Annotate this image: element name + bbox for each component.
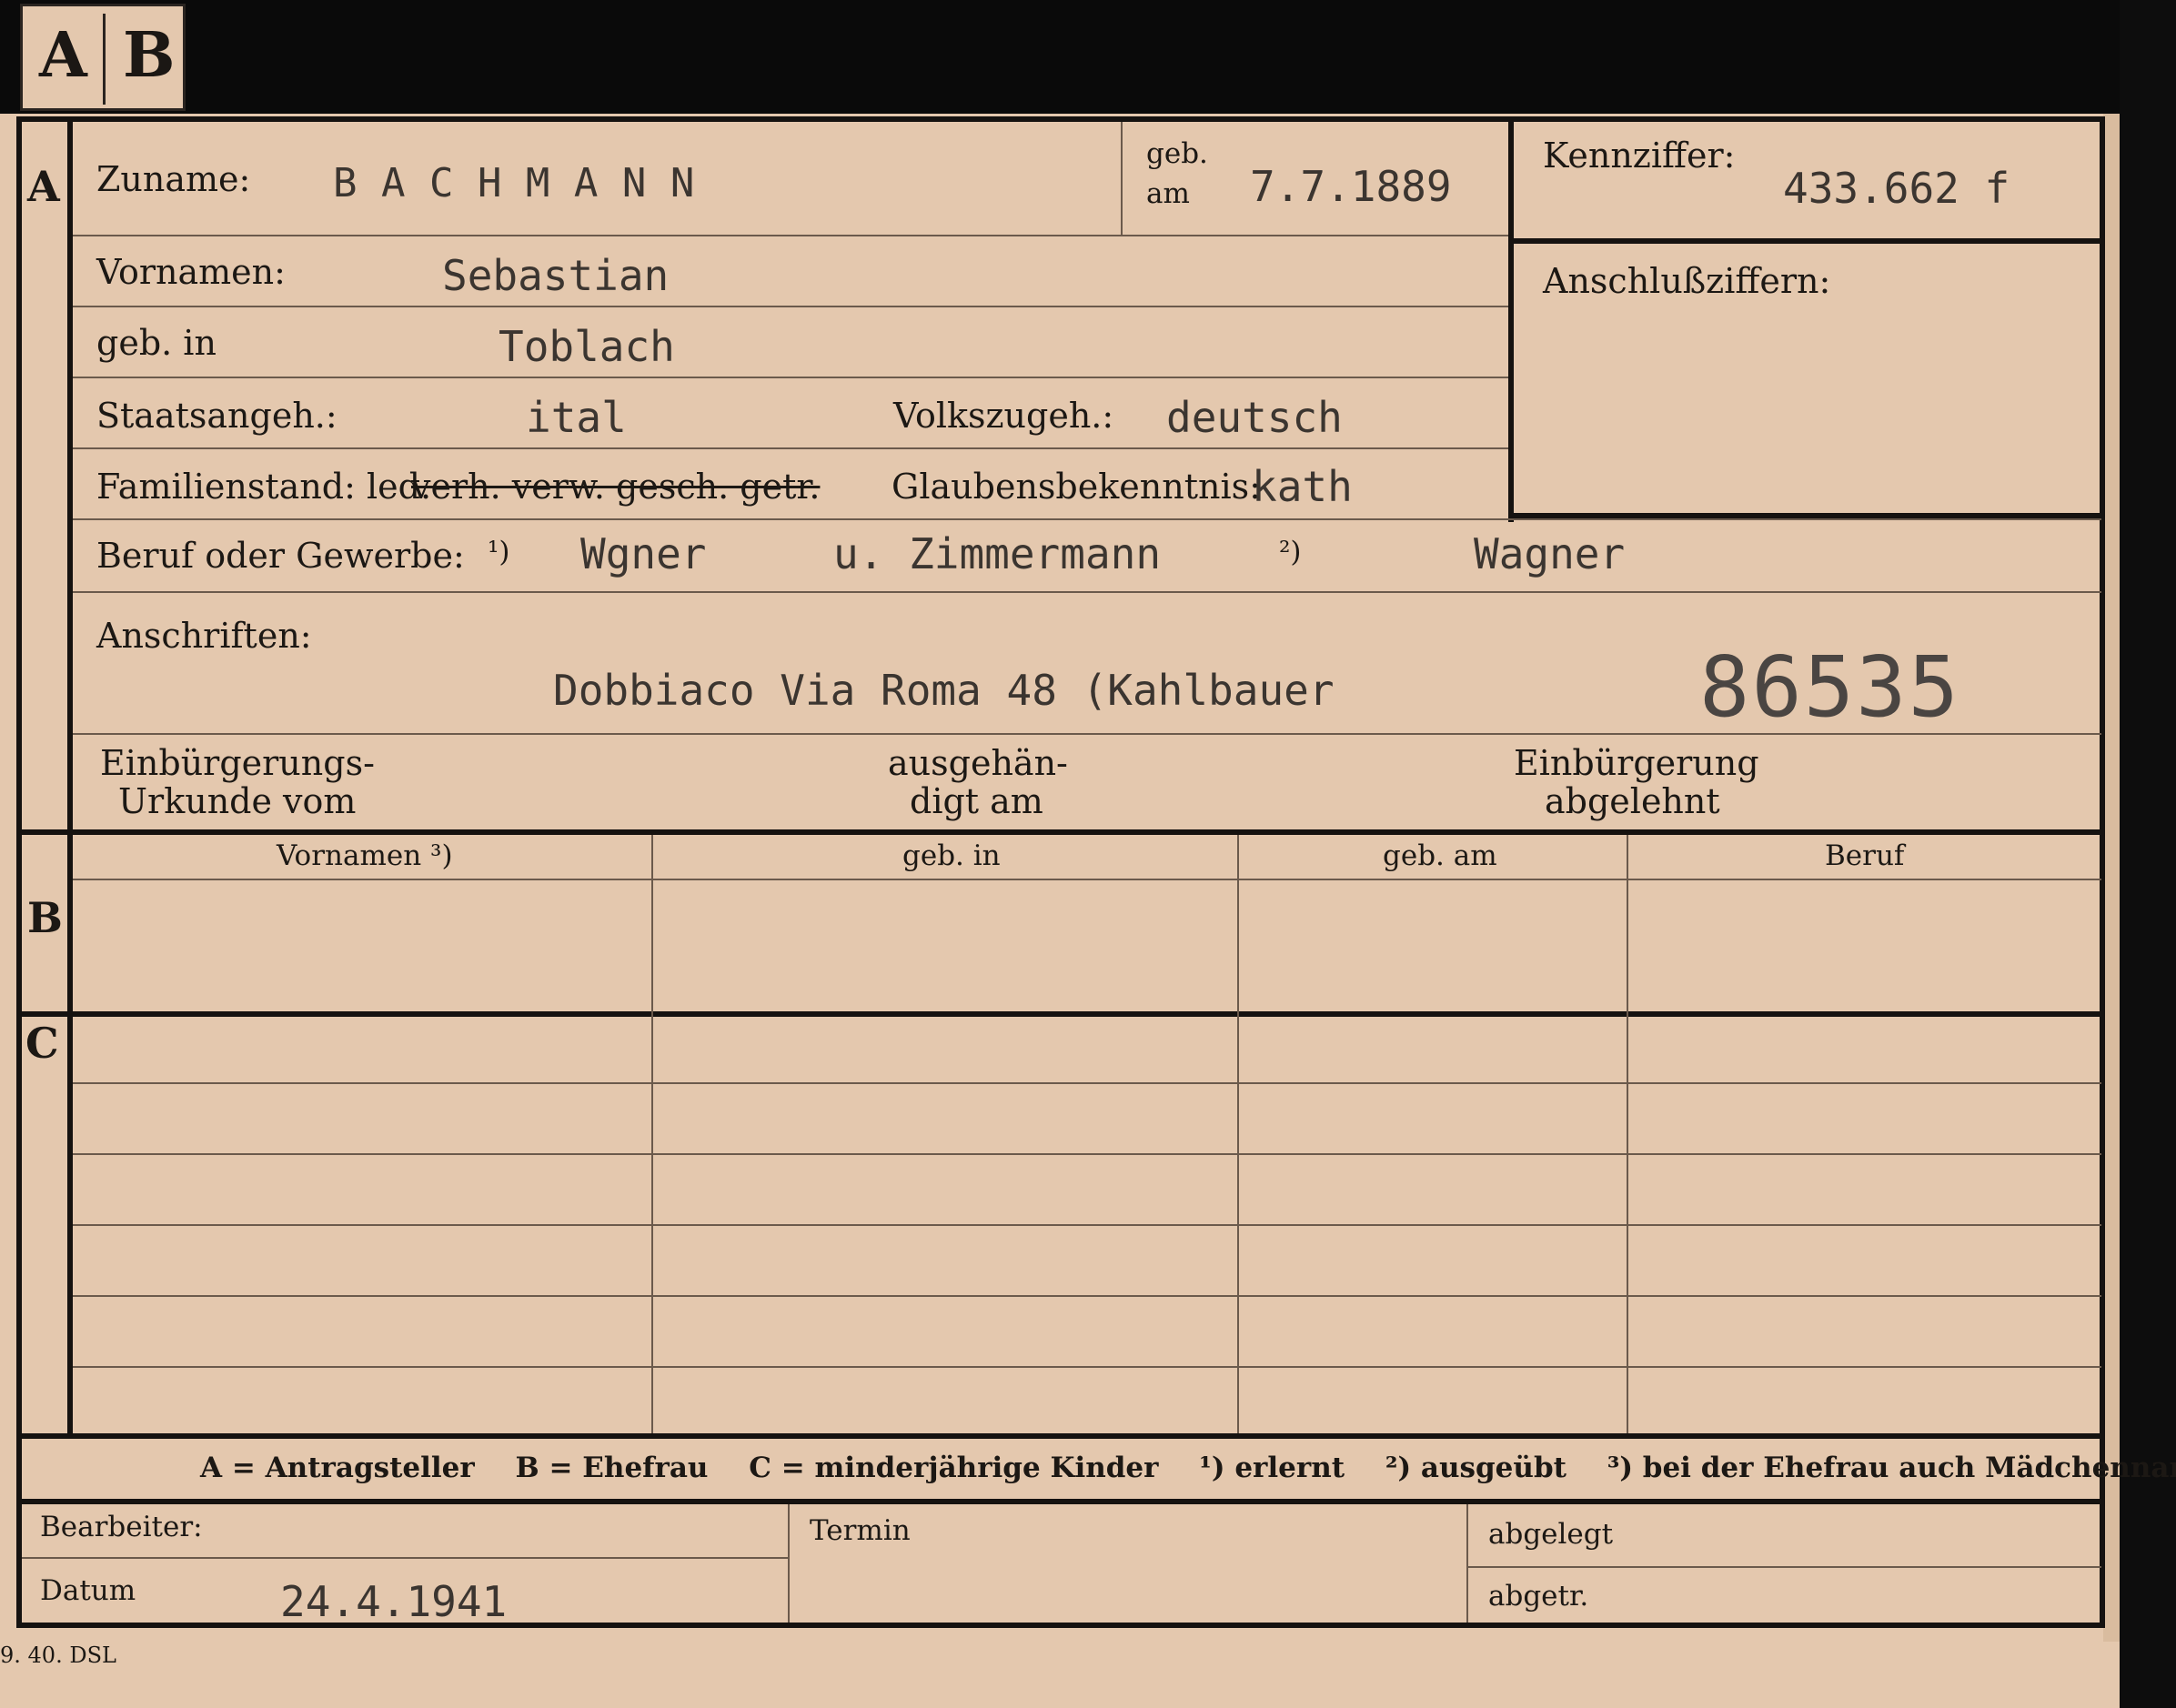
row-line-3 [73, 377, 1508, 378]
zuname-value: B A C H M A N N [333, 160, 695, 206]
abgelehnt-label-2: abgelehnt [1545, 781, 1720, 821]
glaubensbekenntnis-label: Glaubensbekenntnis: [892, 467, 1261, 507]
section-c-bottom [16, 1433, 2103, 1439]
bearbeiter-line [22, 1557, 788, 1559]
datum-label: Datum [40, 1574, 136, 1607]
row-line-7 [73, 733, 2101, 735]
anschriften-label: Anschriften: [96, 616, 312, 656]
tab-letter-b: B [123, 19, 176, 92]
geb-am-label-2: am [1146, 177, 1190, 210]
kennziffer-label: Kennziffer: [1543, 136, 1736, 176]
termin-label: Termin [810, 1514, 911, 1547]
dark-background-top [0, 0, 2176, 114]
c-row-line-1 [73, 1082, 2101, 1084]
kennziffer-box-left [1508, 122, 1514, 522]
frame-right [2100, 116, 2105, 1626]
marker-column-line [67, 116, 73, 1435]
row-line-1 [73, 235, 1508, 236]
registration-card: A B A Zuname: B A C H M A N N geb. am 7.… [0, 0, 2176, 1708]
anschriften-value: Dobbiaco Via Roma 48 (Kahlbauer [553, 666, 1335, 715]
legend-b: B = Ehefrau [515, 1452, 709, 1484]
beruf-footnote-2: ²) [1279, 536, 1302, 568]
c-row-line-4 [73, 1295, 2101, 1297]
section-b-bottom [16, 1011, 2103, 1017]
vornamen-value: Sebastian [442, 251, 670, 300]
beruf-value-1a: Wgner [580, 529, 707, 578]
tab-divider [103, 14, 106, 105]
col-divider-2 [1237, 835, 1239, 1435]
abgelegt-label: abgelegt [1488, 1518, 1614, 1551]
footer-divider-2 [1466, 1504, 1468, 1623]
col-divider-1 [651, 835, 653, 1435]
row-line-5 [73, 518, 2101, 520]
bearbeiter-label: Bearbeiter: [40, 1511, 203, 1543]
abgetr-label: abgetr. [1488, 1580, 1589, 1613]
abgelegt-line [1468, 1566, 2101, 1568]
geb-in-label: geb. in [96, 323, 217, 363]
einbuergerung-label-2: Urkunde vom [118, 781, 357, 821]
glaubensbekenntnis-value: kath [1252, 462, 1353, 511]
legend-note-3: ³) bei der Ehefrau auch Mädchenname [1607, 1452, 2176, 1484]
anschlussziffern-label: Anschlußziffern: [1543, 261, 1831, 301]
legend-c: C = minderjährige Kinder [749, 1452, 1159, 1484]
geb-in-value: Toblach [499, 322, 675, 371]
legend: A = Antragsteller B = Ehefrau C = minder… [200, 1452, 2176, 1484]
beruf-value-2: Wagner [1474, 529, 1626, 578]
section-c-marker: C [25, 1019, 59, 1068]
row-line-2 [73, 306, 1508, 307]
c-row-line-3 [73, 1224, 2101, 1226]
familienstand-label: Familienstand: led. [96, 467, 432, 507]
staatsangeh-label: Staatsangeh.: [96, 396, 337, 436]
section-a-marker: A [27, 162, 60, 211]
einbuergerung-label-1: Einbürgerungs- [100, 743, 375, 783]
section-a-bottom [16, 829, 2103, 835]
card-right-edge [2103, 114, 2120, 1642]
ausgehaendigt-label-1: ausgehän- [888, 743, 1068, 783]
zuname-divider [1121, 122, 1123, 235]
frame-top [16, 116, 2103, 122]
ausgehaendigt-label-2: digt am [910, 781, 1043, 821]
b-col-geb-in: geb. in [902, 839, 1001, 872]
beruf-value-1b: u. Zimmermann [833, 529, 1162, 578]
index-tab: A B [20, 4, 186, 111]
col-divider-3 [1627, 835, 1628, 1435]
stamp-number: 86535 [1699, 638, 1960, 736]
legend-note-2: ²) ausgeübt [1385, 1452, 1567, 1484]
row-line-4 [73, 447, 1508, 449]
volkszugeh-value: deutsch [1166, 393, 1343, 442]
beruf-label: Beruf oder Gewerbe: [96, 536, 465, 576]
legend-bottom [16, 1499, 2103, 1504]
familienstand-struck-options: verh. verw. gesch. getr. [411, 467, 821, 507]
geb-am-label-1: geb. [1146, 137, 1208, 170]
row-line-6 [73, 591, 2101, 593]
b-header-line [73, 879, 2101, 880]
b-col-geb-am: geb. am [1383, 839, 1497, 872]
c-row-line-2 [73, 1153, 2101, 1155]
staatsangeh-value: ital [526, 393, 627, 442]
datum-value: 24.4.1941 [280, 1577, 508, 1626]
print-code: 9. 40. DSL [0, 1643, 116, 1668]
abgelehnt-label-1: Einbürgerung [1514, 743, 1759, 783]
legend-note-1: ¹) erlernt [1199, 1452, 1345, 1484]
vornamen-label: Vornamen: [96, 252, 286, 292]
volkszugeh-label: Volkszugeh.: [893, 396, 1114, 436]
beruf-footnote-1: ¹) [488, 536, 510, 568]
b-col-beruf: Beruf [1825, 839, 1905, 872]
tab-letter-a: A [39, 19, 87, 92]
kennziffer-value: 433.662 f [1783, 164, 2010, 213]
zuname-label: Zuname: [96, 159, 251, 199]
frame-left [16, 116, 22, 1626]
b-col-vornamen: Vornamen ³) [277, 839, 453, 872]
c-row-line-5 [73, 1366, 2101, 1368]
geb-am-value: 7.7.1889 [1250, 162, 1452, 211]
section-b-marker: B [27, 893, 63, 942]
footer-divider-1 [788, 1504, 790, 1623]
kennziffer-box-divider [1508, 238, 2101, 244]
legend-a: A = Antragsteller [200, 1452, 475, 1484]
